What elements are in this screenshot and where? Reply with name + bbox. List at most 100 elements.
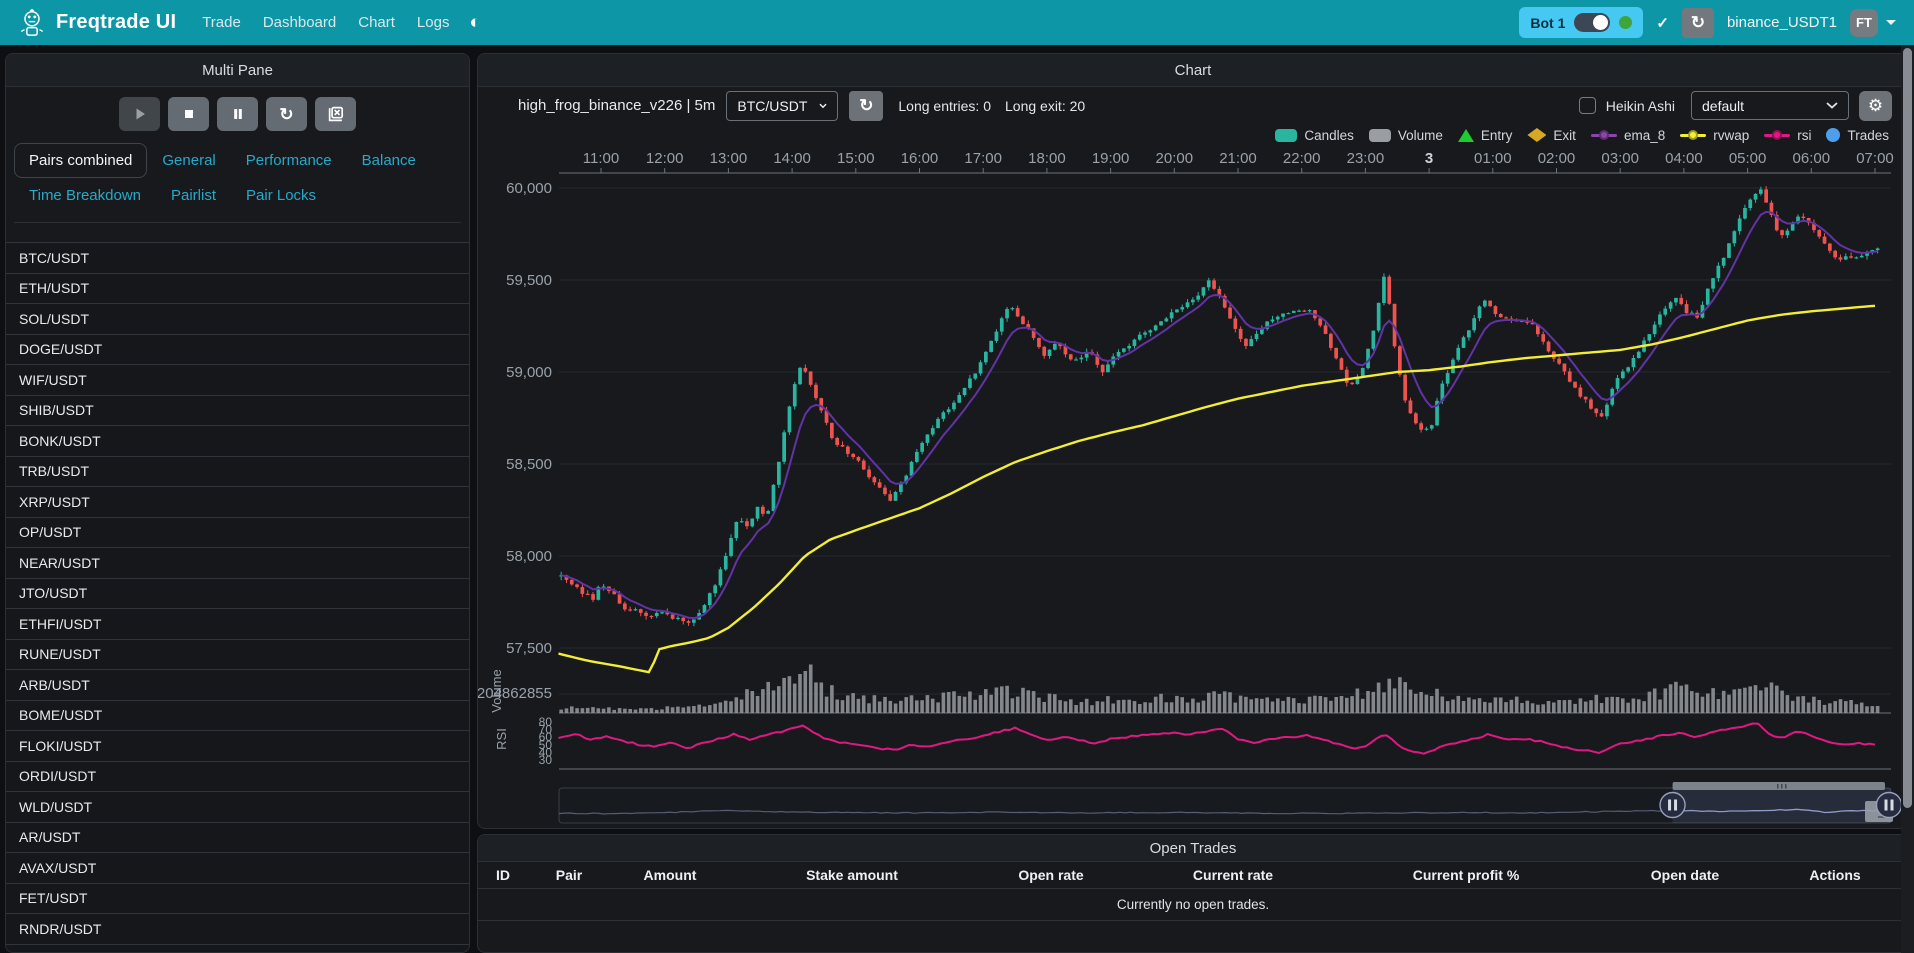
rsi-swatch-icon	[1764, 134, 1790, 137]
pair-row-xrp[interactable]: XRP/USDT	[6, 486, 469, 517]
pair-row-doge[interactable]: DOGE/USDT	[6, 334, 469, 365]
stop-bot-button[interactable]	[168, 97, 209, 131]
legend-item-trades[interactable]: Trades	[1826, 128, 1889, 143]
tab-general[interactable]: General	[147, 143, 230, 178]
pair-row-bome[interactable]: BOME/USDT	[6, 700, 469, 731]
start-bot-button[interactable]	[119, 97, 160, 131]
legend-item-rsi[interactable]: rsi	[1764, 128, 1811, 143]
svg-text:16:00: 16:00	[901, 150, 939, 167]
pair-row-floki[interactable]: FLOKI/USDT	[6, 730, 469, 761]
pair-row-sol[interactable]: SOL/USDT	[6, 303, 469, 334]
chevron-down-icon	[819, 102, 827, 110]
pair-select[interactable]: BTC/USDT	[726, 91, 838, 121]
tab-balance[interactable]: Balance	[347, 143, 431, 178]
theme-toggle-icon[interactable]: ◐	[469, 13, 480, 32]
column-header-amount: Amount	[612, 867, 728, 883]
avatar[interactable]: FT	[1850, 9, 1878, 37]
plot-config-select[interactable]: default	[1691, 91, 1849, 120]
column-header-current-profit-%: Current profit %	[1340, 867, 1592, 883]
legend-item-ema_8[interactable]: ema_8	[1591, 128, 1665, 143]
refresh-bot-button[interactable]: ↻	[1682, 8, 1714, 38]
pair-row-jto[interactable]: JTO/USDT	[6, 578, 469, 609]
pause-icon	[230, 106, 246, 122]
gear-icon: ⚙	[1868, 96, 1883, 116]
pair-row-op[interactable]: OP/USDT	[6, 517, 469, 548]
multi-pane-panel: Multi Pane ↻ Pairs comb	[5, 53, 470, 953]
tab-performance[interactable]: Performance	[231, 143, 347, 178]
datazoom-handle-right[interactable]	[1877, 793, 1902, 818]
legend-item-entry[interactable]: Entry	[1458, 128, 1513, 143]
reload-config-button[interactable]: ↻	[266, 97, 307, 131]
clear-chart-button[interactable]	[315, 97, 356, 131]
app-title[interactable]: Freqtrade UI	[56, 11, 176, 34]
svg-text:Volume: Volume	[489, 669, 504, 712]
nav-item-trade[interactable]: Trade	[202, 14, 241, 31]
pair-row-ar[interactable]: AR/USDT	[6, 822, 469, 853]
bot-exchange-label: binance_USDT1	[1727, 14, 1837, 31]
svg-text:RSI: RSI	[494, 728, 509, 750]
column-header-open-date: Open date	[1592, 867, 1778, 883]
heikin-ashi-label: Heikin Ashi	[1606, 98, 1675, 114]
nav-item-chart[interactable]: Chart	[358, 14, 395, 31]
legend-item-candles[interactable]: Candles	[1275, 128, 1354, 143]
datazoom-drag-bar[interactable]	[1673, 782, 1885, 790]
ema_8-swatch-icon	[1591, 134, 1617, 137]
navbar: Freqtrade UI Trade Dashboard Chart Logs ◐ B…	[0, 0, 1914, 45]
rvwap-swatch-icon	[1680, 134, 1706, 137]
pause-bot-button[interactable]	[217, 97, 258, 131]
long-entries-label: Long entries: 0	[898, 98, 991, 114]
svg-text:19:00: 19:00	[1092, 150, 1130, 167]
tab-pairs-combined[interactable]: Pairs combined	[14, 143, 147, 178]
pair-row-rune[interactable]: RUNE/USDT	[6, 639, 469, 670]
nav-item-dashboard[interactable]: Dashboard	[263, 14, 336, 31]
svg-text:14:00: 14:00	[773, 150, 811, 167]
legend-label: Exit	[1553, 128, 1576, 143]
pair-row-wld[interactable]: WLD/USDT	[6, 791, 469, 822]
svg-text:57,500: 57,500	[506, 640, 552, 657]
chart-remove-icon	[327, 106, 344, 123]
pair-select-value: BTC/USDT	[737, 98, 807, 114]
pair-row-dot[interactable]: DOT/USDT	[6, 944, 469, 953]
pair-row-rndr[interactable]: RNDR/USDT	[6, 913, 469, 944]
svg-text:01:00: 01:00	[1474, 150, 1512, 167]
volume-swatch-icon	[1369, 129, 1391, 142]
pair-row-near[interactable]: NEAR/USDT	[6, 547, 469, 578]
legend-item-volume[interactable]: Volume	[1369, 128, 1443, 143]
svg-text:12:00: 12:00	[646, 150, 684, 167]
pair-row-avax[interactable]: AVAX/USDT	[6, 852, 469, 883]
pair-row-btc[interactable]: BTC/USDT	[6, 242, 469, 273]
svg-text:07:00: 07:00	[1856, 150, 1894, 167]
datazoom-handle-left[interactable]	[1660, 793, 1685, 818]
column-header-id: ID	[480, 867, 526, 883]
pair-row-eth[interactable]: ETH/USDT	[6, 273, 469, 304]
heikin-ashi-checkbox[interactable]	[1579, 97, 1596, 114]
scrollbar-thumb[interactable]	[1903, 48, 1912, 808]
refresh-chart-button[interactable]: ↻	[849, 91, 883, 121]
legend-item-rvwap[interactable]: rvwap	[1680, 128, 1749, 143]
pair-row-arb[interactable]: ARB/USDT	[6, 669, 469, 700]
bot-selector[interactable]: Bot 1	[1519, 7, 1643, 38]
pair-row-bonk[interactable]: BONK/USDT	[6, 425, 469, 456]
bot-toggle[interactable]	[1574, 13, 1610, 32]
user-menu[interactable]: FT	[1850, 9, 1896, 37]
column-header-actions: Actions	[1778, 867, 1892, 883]
pair-row-ordi[interactable]: ORDI/USDT	[6, 761, 469, 792]
tab-time-breakdown[interactable]: Time Breakdown	[14, 178, 156, 213]
pair-row-shib[interactable]: SHIB/USDT	[6, 395, 469, 426]
pair-row-ethfi[interactable]: ETHFI/USDT	[6, 608, 469, 639]
pair-row-trb[interactable]: TRB/USDT	[6, 456, 469, 487]
price-chart-svg[interactable]: 60,00059,50059,00058,50058,00057,50011:0…	[478, 143, 1909, 829]
pair-row-wif[interactable]: WIF/USDT	[6, 364, 469, 395]
column-header-open-rate: Open rate	[976, 867, 1126, 883]
pair-row-fet[interactable]: FET/USDT	[6, 883, 469, 914]
tab-pairlist[interactable]: Pairlist	[156, 178, 231, 213]
chart-toolbar: high_frog_binance_v226 | 5m BTC/USDT ↻ L…	[478, 85, 1908, 126]
nav-item-logs[interactable]: Logs	[417, 14, 450, 31]
trades-swatch-icon	[1826, 128, 1840, 142]
chart-panel-title: Chart	[478, 54, 1908, 87]
tab-pair-locks[interactable]: Pair Locks	[231, 178, 331, 213]
page-scrollbar[interactable]	[1901, 45, 1914, 953]
legend-item-exit[interactable]: Exit	[1527, 128, 1576, 143]
plot-settings-button[interactable]: ⚙	[1859, 91, 1892, 121]
svg-text:20:00: 20:00	[1156, 150, 1194, 167]
